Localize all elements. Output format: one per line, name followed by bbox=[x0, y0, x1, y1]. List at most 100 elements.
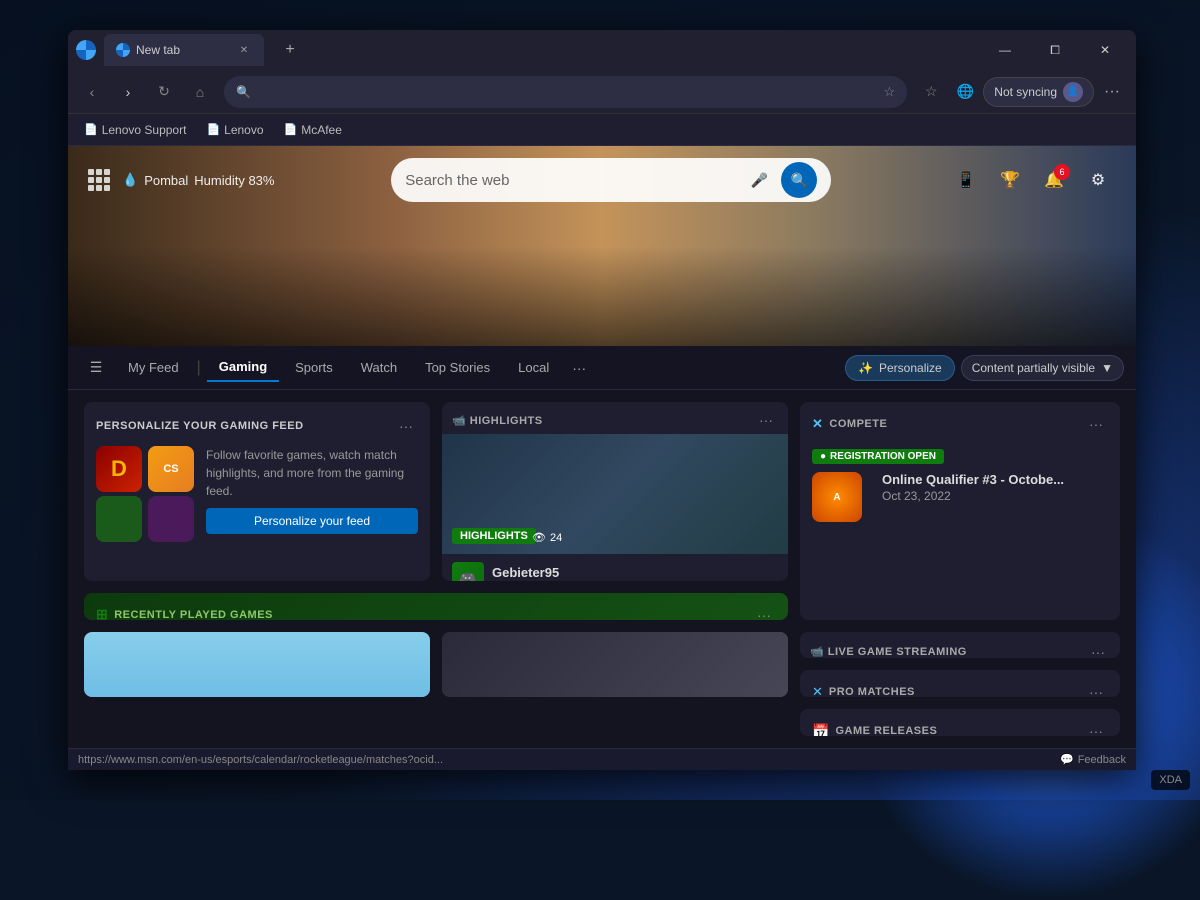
not-syncing-label: Not syncing bbox=[994, 85, 1057, 99]
back-button[interactable]: ‹ bbox=[76, 76, 108, 108]
home-button[interactable]: ⌂ bbox=[184, 76, 216, 108]
gaming-personalize-header: PERSONALIZE YOUR GAMING FEED ··· bbox=[96, 414, 418, 438]
bookmark-label: Lenovo Support bbox=[102, 123, 187, 137]
pro-matches-header: ✕ PRO MATCHES ··· bbox=[800, 670, 1120, 697]
bookmark-lenovo[interactable]: 📄 Lenovo bbox=[198, 121, 271, 139]
player-info: Gebieter95 Rocket League bbox=[492, 565, 566, 581]
address-bar[interactable]: 🔍 ☆ bbox=[224, 76, 907, 108]
notification-badge: 6 bbox=[1054, 164, 1070, 180]
tab-my-feed[interactable]: My Feed bbox=[116, 354, 191, 381]
feedback-label: Feedback bbox=[1078, 754, 1126, 766]
humidity-label: Humidity 83% bbox=[194, 173, 274, 188]
gaming-personalize-more-button[interactable]: ··· bbox=[394, 414, 418, 438]
live-streaming-title: 📹 LIVE GAME STREAMING bbox=[810, 645, 967, 658]
bookmark-lenovo-support[interactable]: 📄 Lenovo Support bbox=[76, 121, 194, 139]
tab-gaming[interactable]: Gaming bbox=[207, 353, 279, 382]
live-streaming-more-button[interactable]: ··· bbox=[1086, 640, 1110, 659]
minimize-button[interactable]: — bbox=[982, 34, 1028, 66]
live-streaming-card: 📹 LIVE GAME STREAMING ··· LIVE 👁 5265 K … bbox=[800, 632, 1120, 659]
recently-played-more-button[interactable]: ··· bbox=[752, 603, 776, 620]
compete-title: ✕ COMPETE bbox=[812, 416, 887, 432]
status-url: https://www.msn.com/en-us/esports/calend… bbox=[78, 754, 443, 766]
game-icon-3 bbox=[96, 496, 142, 542]
arcadian-logo: A bbox=[812, 472, 862, 522]
gaming-desc-area: Follow favorite games, watch match highl… bbox=[206, 446, 418, 542]
rewards-icon-button[interactable]: 🏆 bbox=[992, 162, 1028, 198]
live-streaming-header: 📹 LIVE GAME STREAMING ··· bbox=[800, 632, 1120, 659]
article-person-bg bbox=[442, 632, 788, 698]
game-releases-more-button[interactable]: ··· bbox=[1084, 719, 1108, 736]
status-bar: https://www.msn.com/en-us/esports/calend… bbox=[68, 748, 1136, 770]
title-bar-left: New tab ✕ + bbox=[76, 34, 304, 66]
pro-matches-more-button[interactable]: ··· bbox=[1084, 680, 1108, 697]
highlights-player: 🎮 Gebieter95 Rocket League bbox=[442, 554, 788, 581]
player-name: Gebieter95 bbox=[492, 565, 566, 580]
hero-section: 💧 Pombal Humidity 83% Search the web 🎤 🔍… bbox=[68, 146, 1136, 346]
location-label: Pombal bbox=[144, 173, 188, 188]
tab-more-button[interactable]: ··· bbox=[565, 354, 593, 382]
close-button[interactable]: ✕ bbox=[1082, 34, 1128, 66]
recently-played-title-text: RECENTLY PLAYED GAMES bbox=[114, 609, 273, 620]
player-avatar: 🎮 bbox=[452, 562, 484, 581]
circle-icon: ● bbox=[820, 451, 826, 462]
article-pokemon-card: Pokémon bbox=[84, 632, 430, 698]
bookmark-label: Lenovo bbox=[224, 123, 263, 137]
csgo-icon bbox=[148, 446, 194, 492]
highlights-more-button[interactable]: ··· bbox=[754, 408, 778, 432]
browser-tab-active[interactable]: New tab ✕ bbox=[104, 34, 264, 66]
notifications-button[interactable]: 🔔 6 bbox=[1036, 162, 1072, 198]
settings-button[interactable]: ⚙ bbox=[1080, 162, 1116, 198]
restore-button[interactable]: ⧠ bbox=[1032, 34, 1078, 66]
gaming-icons-grid bbox=[96, 446, 196, 542]
tab-sports[interactable]: Sports bbox=[283, 354, 345, 381]
profile-avatar: 👤 bbox=[1063, 82, 1083, 102]
new-tab-button[interactable]: + bbox=[276, 36, 304, 64]
not-syncing-button[interactable]: Not syncing 👤 bbox=[983, 77, 1094, 107]
registration-badge: ● REGISTRATION OPEN bbox=[812, 449, 944, 464]
tab-close-button[interactable]: ✕ bbox=[236, 42, 252, 58]
bookmark-mcafee[interactable]: 📄 McAfee bbox=[276, 121, 350, 139]
highlights-badge: HIGHLIGHTS bbox=[452, 528, 536, 544]
tab-favicon bbox=[116, 43, 130, 57]
tab-local[interactable]: Local bbox=[506, 354, 561, 381]
location-weather: 💧 Pombal Humidity 83% bbox=[122, 172, 274, 188]
bookmarks-bar: 📄 Lenovo Support 📄 Lenovo 📄 McAfee bbox=[68, 114, 1136, 146]
browser-extras-icon[interactable]: 🌐 bbox=[949, 76, 981, 108]
gaming-personalize-card: PERSONALIZE YOUR GAMING FEED ··· Follow … bbox=[84, 402, 430, 581]
xda-watermark: XDA bbox=[1151, 770, 1190, 790]
browser-more-button[interactable]: ··· bbox=[1096, 76, 1128, 108]
highlights-card: 📹 HIGHLIGHTS ··· HIGHLIGHTS 👁 24 🎮 Gebie… bbox=[442, 402, 788, 581]
pokemon-sky bbox=[84, 632, 430, 698]
personalize-feed-button[interactable]: Personalize your feed bbox=[206, 508, 418, 534]
pro-matches-card: ✕ PRO MATCHES ··· ⚡ 2022 Elite Series Su… bbox=[800, 670, 1120, 697]
browser-logo-icon bbox=[76, 40, 96, 60]
search-box[interactable]: Search the web 🎤 🔍 bbox=[391, 158, 831, 202]
bookmark-icon: 📄 bbox=[284, 123, 298, 136]
chevron-down-icon: ▼ bbox=[1101, 361, 1113, 375]
recently-played-card: ⊞ RECENTLY PLAYED GAMES ··· EST 1990 Mic… bbox=[84, 593, 788, 620]
forward-button[interactable]: › bbox=[112, 76, 144, 108]
tab-watch[interactable]: Watch bbox=[349, 354, 409, 381]
compete-event-info: Online Qualifier #3 - Octobe... Oct 23, … bbox=[882, 472, 1064, 503]
collections-icon[interactable]: ☆ bbox=[915, 76, 947, 108]
mic-button[interactable]: 🎤 bbox=[745, 166, 773, 194]
game-releases-card: 📅 GAME RELEASES ··· New Coming Soon Xbox… bbox=[800, 709, 1120, 736]
search-submit-button[interactable]: 🔍 bbox=[781, 162, 817, 198]
tab-top-stories[interactable]: Top Stories bbox=[413, 354, 502, 381]
feed-menu-button[interactable]: ☰ bbox=[80, 352, 112, 384]
compete-card: ✕ COMPETE ··· ● REGISTRATION OPEN A Onli… bbox=[800, 402, 1120, 620]
game-releases-header: 📅 GAME RELEASES ··· bbox=[800, 709, 1120, 736]
tab-title: New tab bbox=[136, 43, 230, 57]
mobile-icon-button[interactable]: 📱 bbox=[948, 162, 984, 198]
compete-more-button[interactable]: ··· bbox=[1084, 412, 1108, 436]
apps-grid-button[interactable] bbox=[88, 169, 110, 191]
feedback-button[interactable]: 💬 Feedback bbox=[1060, 753, 1126, 766]
registration-label: REGISTRATION OPEN bbox=[830, 451, 936, 462]
article-twitch-card: V The Verge · 2h ago Twitch streamers sa… bbox=[442, 632, 788, 698]
hero-content: 💧 Pombal Humidity 83% Search the web 🎤 🔍… bbox=[68, 146, 1136, 346]
personalize-button[interactable]: ✨ Personalize bbox=[845, 355, 955, 381]
compete-title-text: COMPETE bbox=[829, 418, 887, 430]
content-visibility-button[interactable]: Content partially visible ▼ bbox=[961, 355, 1124, 381]
refresh-button[interactable]: ↻ bbox=[148, 76, 180, 108]
browser-window: New tab ✕ + — ⧠ ✕ ‹ › ↻ ⌂ 🔍 ☆ ☆ 🌐 Not sy… bbox=[68, 30, 1136, 770]
